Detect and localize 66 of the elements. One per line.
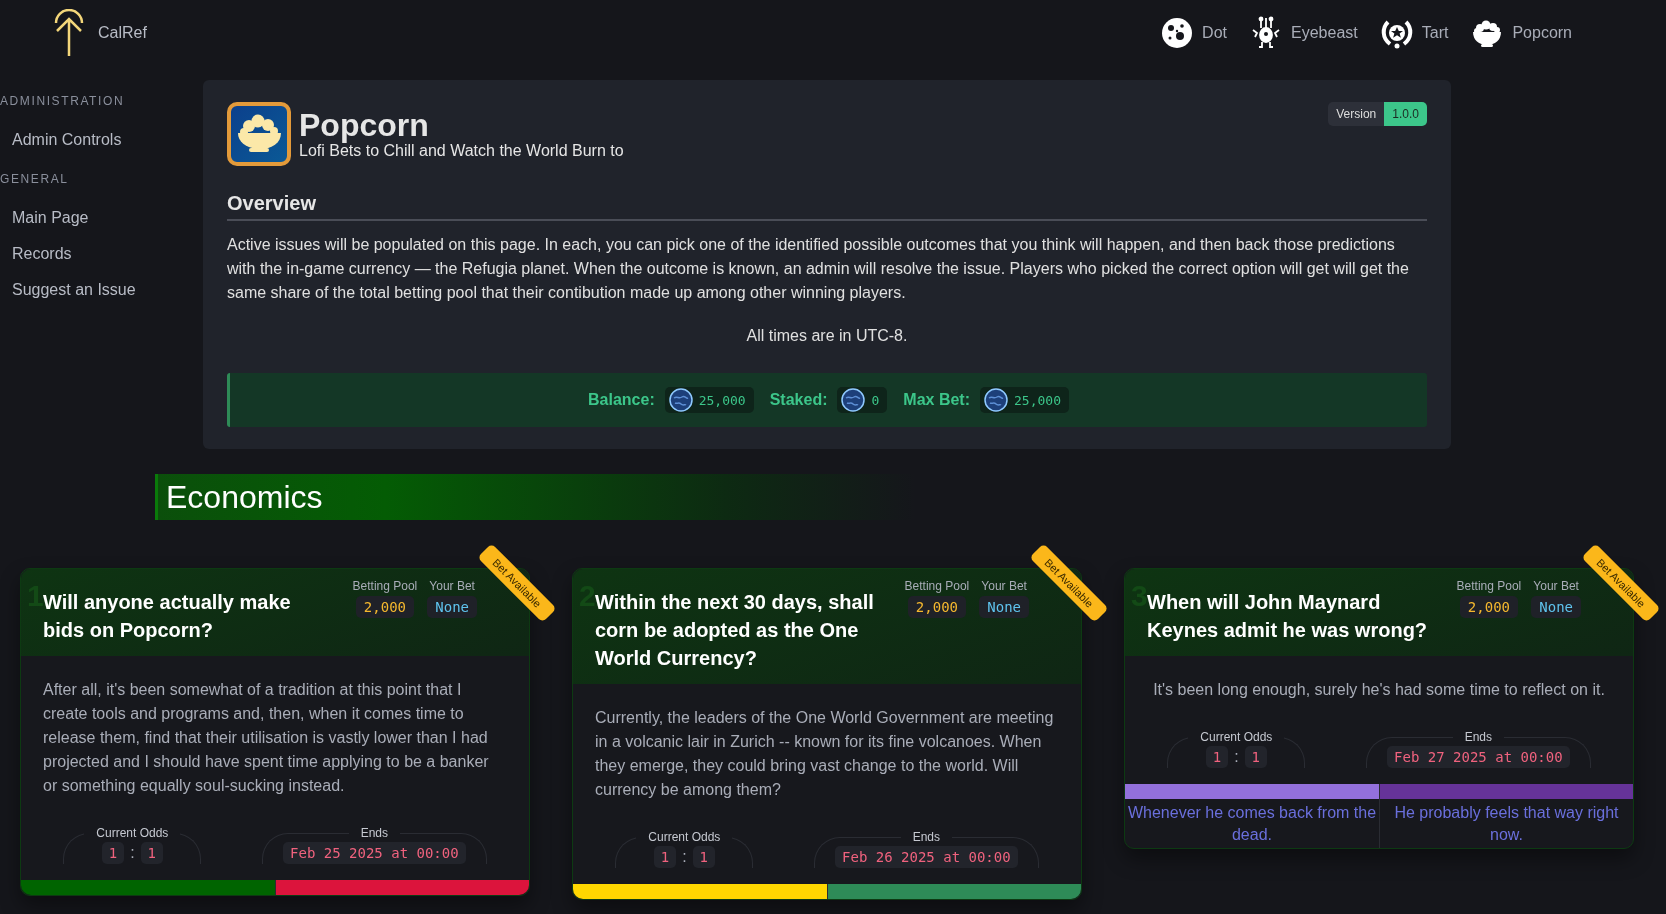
planet-coin-icon: [984, 388, 1008, 412]
issue-title: Within the next 30 days, shall corn be adopted as the One World Currency?: [595, 590, 875, 671]
nav-link[interactable]: Tart: [1379, 16, 1449, 50]
sidebar-link[interactable]: Records: [0, 244, 72, 264]
odds-value: 1: [1244, 746, 1267, 768]
issue-description: Currently, the leaders of the One World Government are meeting in a volcanic lair in Zurich -- known for its fine volcanoes. When they emerge, they could bring vast change to the world. Will currency be among them?: [595, 708, 1055, 800]
meta-label: Your Bet: [1533, 579, 1579, 593]
section-heading: Overview: [227, 192, 1427, 221]
odds-value: 1: [692, 846, 715, 868]
odds-separator: :: [682, 848, 687, 866]
betting-pool-value: 2,000: [355, 596, 414, 618]
stat-value-chip: 25,000: [980, 387, 1069, 413]
logo-icon: [52, 9, 86, 57]
meta-label: Betting Pool: [1456, 579, 1522, 593]
overview-text: Active issues will be populated on this page. In each, you can pick one of the identified possible outcomes that you think will happen, and then back those predictions with the in-game currency — the Refugia planet. When the outcome is known, an admin will resolve the issue. Players who picked the correct option will get will get the same share of the total betting pool that their contibution made up among other winning players.: [227, 235, 1410, 303]
nav-link[interactable]: Popcorn: [1470, 16, 1572, 50]
end-date: Feb 27 2025 at 00:00: [1387, 746, 1570, 768]
end-date-group: Ends Feb 26 2025 at 00:00: [814, 830, 1039, 868]
odds-value: 1: [140, 842, 163, 864]
nav-link[interactable]: Eyebeast: [1249, 16, 1358, 50]
option-label[interactable]: He probably feels that way right now.: [1380, 799, 1633, 848]
odds-separator: :: [1234, 748, 1239, 766]
meta-label: Your Bet: [429, 579, 475, 593]
popcorn-app-icon: [227, 102, 291, 166]
planet-coin-icon: [841, 388, 866, 412]
end-date-group: Ends Feb 27 2025 at 00:00: [1366, 730, 1591, 768]
stat-value-chip: 0: [837, 387, 888, 413]
odds-value: 1: [101, 842, 125, 864]
sidebar-heading: ADMINISTRATION: [0, 94, 126, 108]
stat-value-chip: 25,000: [664, 387, 754, 413]
app-subtitle: Lofi Bets to Chill and Watch the World Burn to: [299, 142, 624, 160]
stat-label: Balance:: [588, 391, 655, 409]
category-title: Economics: [166, 479, 323, 515]
end-date-group: Ends Feb 25 2025 at 00:00: [262, 826, 487, 864]
stat-label: Staked:: [769, 391, 828, 409]
planet-coin-icon: [668, 388, 693, 412]
your-bet-value: None: [979, 596, 1029, 618]
sidebar-heading: GENERAL: [0, 172, 70, 186]
issue-description: After all, it's been somewhat of a tradition at this point that I create tools and programs and, then, when it comes time to release them, find that their utilisation is vastly lower than I had projected and I should have spent time applying to be a banker or something equally soul-sucking instead.: [43, 680, 490, 796]
issue-description: It's been long enough, surely he's had some time to reflect on it.: [1153, 680, 1605, 700]
planet-icon: [1160, 16, 1195, 50]
issue-title: Will anyone actually make bids on Popcorn?: [43, 590, 292, 643]
meta-label: Betting Pool: [904, 579, 970, 593]
betting-pool-value: 2,000: [1459, 596, 1518, 618]
option-label[interactable]: Whenever he comes back from the dead.: [1125, 799, 1379, 848]
sidebar-link[interactable]: Admin Controls: [0, 130, 122, 150]
odds-separator: :: [130, 844, 135, 862]
stat-label: Max Bet:: [903, 391, 970, 409]
timezone-note: All times are in UTC-8.: [745, 326, 909, 346]
sidebar-link[interactable]: Suggest an Issue: [0, 280, 136, 300]
meta-label: Your Bet: [981, 579, 1027, 593]
end-date: Feb 25 2025 at 00:00: [283, 842, 466, 864]
odds-value: 1: [653, 846, 677, 868]
odds-group: Current Odds 1 : 1: [615, 830, 754, 868]
nav-link[interactable]: Dot: [1160, 16, 1227, 50]
odds-group: Current Odds 1 : 1: [1167, 730, 1306, 768]
betting-pool-value: 2,000: [907, 596, 966, 618]
your-bet-value: None: [427, 596, 477, 618]
your-bet-value: None: [1531, 596, 1581, 618]
end-date: Feb 26 2025 at 00:00: [835, 846, 1018, 868]
meta-label: Betting Pool: [352, 579, 418, 593]
odds-group: Current Odds 1 : 1: [63, 826, 202, 864]
odds-value: 1: [1205, 746, 1229, 768]
issue-title: When will John Maynard Keynes admit he was wrong?: [1147, 590, 1429, 643]
sidebar-link[interactable]: Main Page: [0, 208, 89, 228]
brand-name: CalRef: [98, 24, 147, 42]
